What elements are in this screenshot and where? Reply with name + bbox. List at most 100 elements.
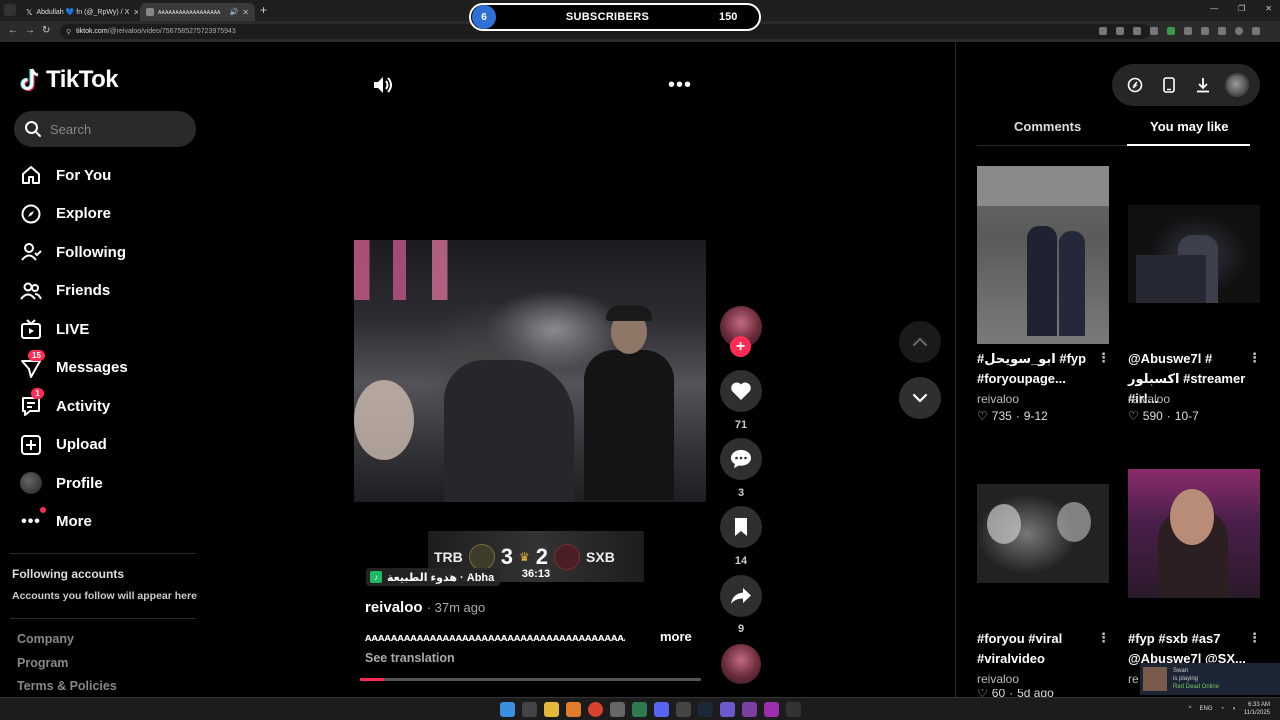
extension-icon[interactable] [1184, 27, 1192, 35]
download-icon[interactable] [1189, 71, 1217, 99]
recommended-video-thumbnail[interactable] [1128, 205, 1260, 303]
search-icon[interactable] [522, 702, 537, 717]
discord-icon[interactable] [654, 702, 669, 717]
extension-icon[interactable] [1099, 27, 1107, 35]
share-button[interactable] [720, 575, 762, 617]
recommended-video-thumbnail[interactable] [977, 484, 1109, 583]
app-icon[interactable] [610, 702, 625, 717]
next-creator-avatar[interactable] [721, 644, 761, 684]
card-author[interactable]: re [1128, 672, 1139, 686]
tab-you-may-like[interactable]: You may like [1150, 119, 1229, 134]
chrome-icon[interactable] [588, 702, 603, 717]
sidebar-item-live[interactable]: LIVE [20, 310, 210, 349]
extension-icon[interactable] [1133, 27, 1141, 35]
comment-button[interactable] [720, 438, 762, 480]
tray-chevron-icon[interactable]: ^ [1189, 706, 1192, 712]
windows-start-icon[interactable] [500, 702, 515, 717]
sidebar-item-friends[interactable]: Friends [20, 272, 210, 311]
sidebar-item-activity[interactable]: 1 Activity [20, 387, 210, 426]
video-progress-bar[interactable] [360, 678, 701, 681]
volume-button[interactable] [371, 74, 393, 101]
file-explorer-icon[interactable] [544, 702, 559, 717]
friend-game: Red Dead Online [1173, 684, 1220, 690]
extension-icon[interactable] [1116, 27, 1124, 35]
video-player[interactable] [354, 240, 706, 502]
sidebar-item-more[interactable]: ••• More [20, 503, 210, 542]
tab-title: ᴀᴀᴀᴀᴀᴀᴀᴀᴀᴀᴀᴀᴀᴀᴀᴀᴀᴀ [158, 8, 221, 16]
caption-more-button[interactable]: more [660, 629, 692, 644]
profile-avatar-icon[interactable] [1235, 27, 1243, 35]
language-indicator[interactable]: ENG [1199, 706, 1212, 712]
new-tab-button[interactable]: + [260, 3, 267, 17]
see-translation-button[interactable]: See translation [365, 651, 455, 665]
recommended-video-thumbnail[interactable] [977, 166, 1109, 344]
account-avatar[interactable] [1223, 71, 1251, 99]
tab-search-button[interactable] [4, 4, 16, 16]
like-button[interactable] [720, 370, 762, 412]
volume-tray-icon[interactable]: ◖ [1232, 706, 1236, 712]
card-author[interactable]: reivaloo [1128, 392, 1170, 406]
music-tag[interactable]: ♪ هدوء الطبيعة · Abha [366, 568, 501, 586]
site-info-icon[interactable]: ⚲ [66, 28, 71, 36]
card-menu-icon[interactable]: ⋮ [1248, 630, 1261, 646]
recommended-video-title[interactable]: #ابو_سويحل #fyp #foryoupage... [977, 349, 1099, 389]
card-menu-icon[interactable]: ⋮ [1248, 350, 1261, 366]
speaker-icon[interactable]: 🔊 [230, 8, 239, 16]
footer-link-program[interactable]: Program [17, 656, 117, 680]
app-icon[interactable] [742, 702, 757, 717]
save-button[interactable] [720, 506, 762, 548]
extension-icon[interactable] [1150, 27, 1158, 35]
follow-button[interactable]: + [730, 336, 751, 357]
coin-icon[interactable] [1121, 71, 1149, 99]
sidebar-item-explore[interactable]: Explore [20, 195, 210, 234]
footer-link-company[interactable]: Company [17, 632, 117, 656]
extension-icon[interactable] [1167, 27, 1175, 35]
app-icon[interactable] [676, 702, 691, 717]
tab-comments[interactable]: Comments [1014, 119, 1081, 134]
browser-menu-icon[interactable] [1252, 27, 1260, 35]
maximize-icon[interactable]: ❐ [1238, 4, 1245, 13]
app-icon[interactable] [632, 702, 647, 717]
back-icon[interactable]: ← [8, 25, 18, 36]
recommended-video-title[interactable]: #foryou #viral #viralvideo [977, 629, 1099, 669]
extension-icon[interactable] [1218, 27, 1226, 35]
tiktok-logo[interactable]: TikTok [20, 66, 119, 94]
close-tab-icon[interactable]: ✕ [133, 8, 138, 17]
minimize-icon[interactable]: — [1210, 4, 1218, 13]
app-icon[interactable] [764, 702, 779, 717]
reload-icon[interactable]: ↻ [42, 25, 50, 36]
crown-icon: ♛ [519, 549, 530, 564]
phone-icon[interactable] [1155, 71, 1183, 99]
clock[interactable]: 6:33 AM 11/1/2025 [1244, 701, 1270, 717]
sidebar-item-profile[interactable]: Profile [20, 464, 210, 503]
browser-tab-active[interactable]: ᴀᴀᴀᴀᴀᴀᴀᴀᴀᴀᴀᴀᴀᴀᴀᴀᴀᴀ 🔊 ✕ [140, 3, 255, 21]
card-menu-icon[interactable]: ⋮ [1097, 630, 1110, 646]
card-author[interactable]: reivaloo [977, 392, 1019, 406]
forward-icon[interactable]: → [25, 25, 35, 36]
post-time: · 37m ago [426, 600, 486, 615]
app-icon[interactable] [786, 702, 801, 717]
sidebar-item-upload[interactable]: Upload [20, 426, 210, 465]
close-tab-icon[interactable]: ✕ [242, 8, 249, 17]
sidebar-item-messages[interactable]: 15 Messages [20, 349, 210, 388]
app-icon[interactable] [720, 702, 735, 717]
search-input[interactable] [50, 121, 180, 137]
search-box[interactable] [14, 111, 196, 147]
author-name[interactable]: reivaloo [365, 599, 423, 616]
app-icon[interactable] [566, 702, 581, 717]
wifi-icon[interactable]: ◔ [1221, 706, 1225, 712]
previous-video-button[interactable] [899, 321, 941, 363]
sidebar-item-for-you[interactable]: For You [20, 156, 210, 195]
card-menu-icon[interactable]: ⋮ [1097, 350, 1110, 366]
close-window-icon[interactable]: ✕ [1265, 4, 1272, 13]
game-notification-toast[interactable]: Swan is playing Red Dead Online [1140, 663, 1280, 695]
extension-icons [1099, 27, 1260, 35]
extension-icon[interactable] [1201, 27, 1209, 35]
recommended-video-thumbnail[interactable] [1128, 469, 1260, 598]
more-options-icon[interactable]: ••• [668, 75, 692, 95]
card-author[interactable]: reivaloo [977, 672, 1019, 686]
steam-icon[interactable] [698, 702, 713, 717]
sidebar-item-following[interactable]: Following [20, 233, 210, 272]
next-video-button[interactable] [899, 377, 941, 419]
browser-tab[interactable]: 𝕏 Abdullah 💙 fn (@_RpWy) / X ✕ [20, 3, 138, 21]
